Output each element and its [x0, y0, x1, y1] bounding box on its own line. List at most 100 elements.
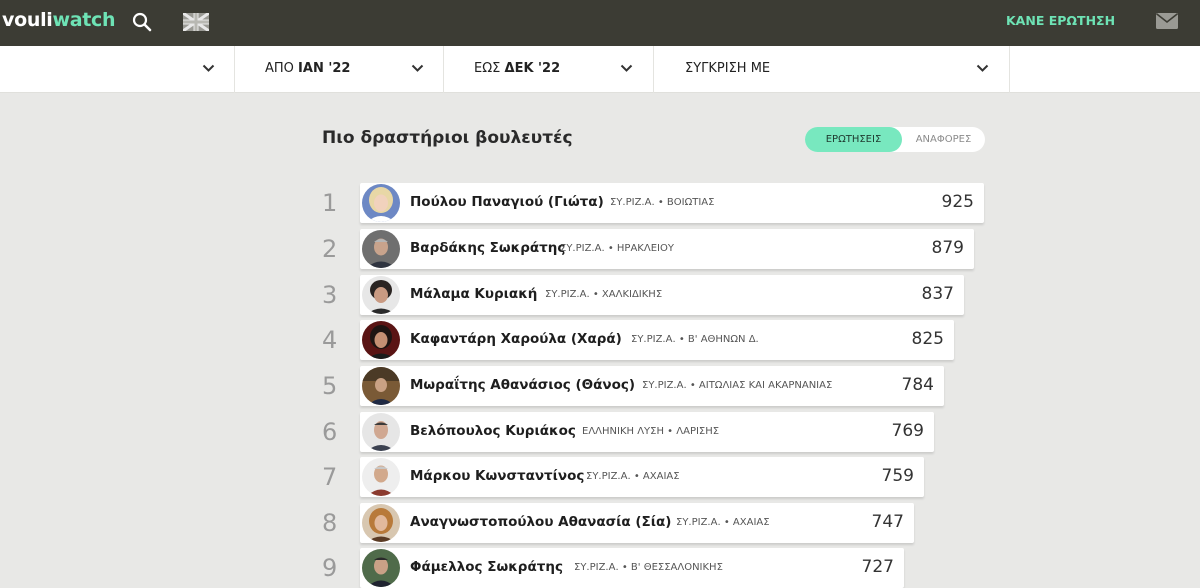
mp-count: 784 [901, 375, 934, 395]
mp-name: Βαρδάκης Σωκράτης [410, 240, 566, 256]
mp-name: Μάρκου Κωνσταντίνος [410, 468, 585, 484]
logo-part-2: watch [52, 9, 116, 31]
chevron-down-icon [411, 64, 424, 72]
mp-name: Μάλαμα Κυριακή [410, 286, 538, 302]
avatar [362, 321, 400, 359]
mp-party: ΣΥ.ΡΙΖ.Α. [545, 289, 590, 300]
mp-count: 759 [881, 466, 914, 486]
mp-meta: ΣΥ.ΡΙΖ.Α. • ΑΧΑΙΑΣ [586, 471, 680, 482]
chevron-down-icon [202, 64, 215, 72]
avatar [362, 276, 400, 314]
mp-meta: ΣΥ.ΡΙΖ.Α. • Β' ΑΘΗΝΩΝ Δ. [631, 334, 759, 345]
logo-part-1: vouli [2, 9, 53, 31]
mp-party: ΣΥ.ΡΙΖ.Α. [642, 380, 687, 391]
mp-region: ΑΧΑΙΑΣ [642, 471, 680, 482]
mp-card[interactable]: Βαρδάκης Σωκράτης ΣΥ.ΡΙΖ.Α. • ΗΡΑΚΛΕΙΟΥ … [360, 229, 974, 269]
mp-count: 837 [921, 284, 954, 304]
mp-party: ΣΥ.ΡΙΖ.Α. [631, 334, 676, 345]
chevron-down-icon [620, 64, 633, 72]
mp-meta: ΣΥ.ΡΙΖ.Α. • Β' ΘΕΣΣΑΛΟΝΙΚΗΣ [574, 562, 723, 573]
rank-number: 5 [322, 372, 338, 400]
mp-region: Β' ΑΘΗΝΩΝ Δ. [687, 334, 759, 345]
mp-name: Μωραΐτης Αθανάσιος (Θάνος) [410, 377, 636, 393]
filter-bar: ΑΠΟ ΙΑΝ '22 ΕΩΣ ΔΕΚ '22 ΣΥΓΚΡΙΣΗ ΜΕ [0, 46, 1200, 93]
mp-name: Βελόπουλος Κυριάκος [410, 423, 576, 439]
avatar [362, 549, 400, 587]
to-date-dropdown[interactable]: ΕΩΣ ΔΕΚ '22 [444, 46, 654, 93]
mp-party: ΣΥ.ΡΙΖ.Α. [610, 197, 655, 208]
rank-number: 1 [322, 189, 338, 217]
mp-party: ΣΥ.ΡΙΖ.Α. [676, 517, 721, 528]
mp-region: ΛΑΡΙΣΗΣ [676, 426, 720, 437]
ask-question-button[interactable]: ΚΑΝΕ ΕΡΩΤΗΣΗ [1006, 13, 1115, 28]
compare-label: ΣΥΓΚΡΙΣΗ ΜΕ [685, 61, 771, 76]
type-toggle: ΕΡΩΤΗΣΕΙΣ ΑΝΑΦΟΡΕΣ [805, 127, 985, 152]
mp-party: ΣΥ.ΡΙΖ.Α. [574, 562, 619, 573]
rank-number: 2 [322, 235, 338, 263]
uk-flag-icon[interactable] [183, 13, 209, 31]
mp-region: ΒΟΙΩΤΙΑΣ [666, 197, 715, 208]
from-date-dropdown[interactable]: ΑΠΟ ΙΑΝ '22 [235, 46, 444, 93]
rank-number: 4 [322, 326, 338, 354]
mp-name: Αναγνωστοπούλου Αθανασία (Σία) [410, 514, 672, 530]
mp-region: ΑΙΤΩΛΙΑΣ ΚΑΙ ΑΚΑΡΝΑΝΙΑΣ [698, 380, 833, 391]
mail-icon[interactable] [1156, 13, 1178, 29]
party-filter-dropdown[interactable] [0, 46, 235, 93]
tab-questions[interactable]: ΕΡΩΤΗΣΕΙΣ [805, 127, 902, 152]
mp-meta: ΣΥ.ΡΙΖ.Α. • ΑΙΤΩΛΙΑΣ ΚΑΙ ΑΚΑΡΝΑΝΙΑΣ [642, 380, 833, 391]
logo[interactable]: vouliwatch [2, 9, 116, 31]
mp-region: Β' ΘΕΣΣΑΛΟΝΙΚΗΣ [630, 562, 723, 573]
avatar [362, 230, 400, 268]
to-value: ΔΕΚ '22 [504, 61, 561, 76]
search-icon[interactable] [132, 12, 152, 32]
mp-card[interactable]: Πούλου Παναγιού (Γιώτα) ΣΥ.ΡΙΖ.Α. • ΒΟΙΩ… [360, 183, 984, 223]
avatar [362, 184, 400, 222]
rank-number: 3 [322, 281, 338, 309]
mp-name: Φάμελλος Σωκράτης [410, 559, 563, 575]
mp-name: Πούλου Παναγιού (Γιώτα) [410, 194, 604, 210]
mp-party: ΣΥ.ΡΙΖ.Α. [560, 243, 605, 254]
mp-region: ΑΧΑΙΑΣ [732, 517, 770, 528]
avatar [362, 413, 400, 451]
rank-number: 6 [322, 418, 338, 446]
avatar [362, 367, 400, 405]
mp-count: 925 [941, 192, 974, 212]
mp-party: ΕΛΛΗΝΙΚΗ ΛΥΣΗ [582, 426, 664, 437]
page-title: Πιο δραστήριοι βουλευτές [322, 128, 573, 148]
mp-meta: ΣΥ.ΡΙΖ.Α. • ΑΧΑΙΑΣ [676, 517, 770, 528]
to-prefix: ΕΩΣ [474, 61, 501, 76]
from-prefix: ΑΠΟ [265, 61, 294, 76]
mp-count: 727 [861, 557, 894, 577]
tab-reports[interactable]: ΑΝΑΦΟΡΕΣ [902, 127, 985, 152]
mp-card[interactable]: Αναγνωστοπούλου Αθανασία (Σία) ΣΥ.ΡΙΖ.Α.… [360, 503, 914, 543]
mp-region: ΗΡΑΚΛΕΙΟΥ [616, 243, 674, 254]
mp-count: 879 [931, 238, 964, 258]
rank-number: 9 [322, 554, 338, 582]
mp-party: ΣΥ.ΡΙΖ.Α. [586, 471, 631, 482]
from-date-label: ΑΠΟ ΙΑΝ '22 [265, 61, 350, 76]
mp-count: 747 [871, 512, 904, 532]
mp-count: 825 [911, 329, 944, 349]
avatar [362, 504, 400, 542]
mp-card[interactable]: Καφαντάρη Χαρούλα (Χαρά) ΣΥ.ΡΙΖ.Α. • Β' … [360, 320, 954, 360]
top-navbar: vouliwatch ΚΑΝΕ ΕΡΩΤΗΣΗ [0, 0, 1200, 46]
mp-card[interactable]: Μάλαμα Κυριακή ΣΥ.ΡΙΖ.Α. • ΧΑΛΚΙΔΙΚΗΣ 83… [360, 275, 964, 315]
mp-card[interactable]: Μάρκου Κωνσταντίνος ΣΥ.ΡΙΖ.Α. • ΑΧΑΙΑΣ 7… [360, 457, 924, 497]
mp-meta: ΣΥ.ΡΙΖ.Α. • ΗΡΑΚΛΕΙΟΥ [560, 243, 674, 254]
mp-region: ΧΑΛΚΙΔΙΚΗΣ [601, 289, 663, 300]
mp-card[interactable]: Μωραΐτης Αθανάσιος (Θάνος) ΣΥ.ΡΙΖ.Α. • Α… [360, 366, 944, 406]
to-date-label: ΕΩΣ ΔΕΚ '22 [474, 61, 560, 76]
mp-card[interactable]: Φάμελλος Σωκράτης ΣΥ.ΡΙΖ.Α. • Β' ΘΕΣΣΑΛΟ… [360, 548, 904, 588]
rank-number: 7 [322, 463, 338, 491]
mp-card[interactable]: Βελόπουλος Κυριάκος ΕΛΛΗΝΙΚΗ ΛΥΣΗ • ΛΑΡΙ… [360, 412, 934, 452]
compare-dropdown[interactable]: ΣΥΓΚΡΙΣΗ ΜΕ [654, 46, 1010, 93]
rank-number: 8 [322, 509, 338, 537]
chevron-down-icon [976, 64, 989, 72]
mp-meta: ΕΛΛΗΝΙΚΗ ΛΥΣΗ • ΛΑΡΙΣΗΣ [582, 426, 720, 437]
avatar [362, 458, 400, 496]
mp-meta: ΣΥ.ΡΙΖ.Α. • ΒΟΙΩΤΙΑΣ [610, 197, 715, 208]
mp-name: Καφαντάρη Χαρούλα (Χαρά) [410, 331, 622, 347]
from-value: ΙΑΝ '22 [298, 61, 351, 76]
mp-count: 769 [891, 421, 924, 441]
mp-meta: ΣΥ.ΡΙΖ.Α. • ΧΑΛΚΙΔΙΚΗΣ [545, 289, 663, 300]
